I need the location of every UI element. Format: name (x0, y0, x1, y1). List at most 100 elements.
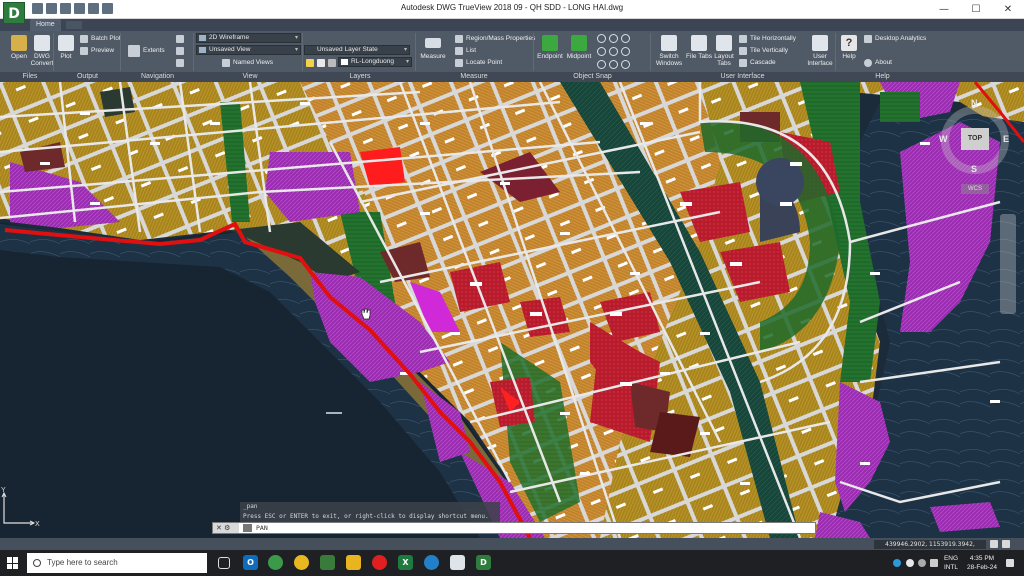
status-fullscreen-icon[interactable] (1002, 540, 1010, 548)
preview-button[interactable]: Preview (80, 45, 114, 56)
pan-tool[interactable] (176, 33, 187, 44)
user-interface-button[interactable]: User Interface (806, 35, 834, 67)
notifications-icon[interactable] (1006, 559, 1014, 567)
extents-button[interactable]: Extents (128, 44, 165, 57)
edge-icon[interactable] (424, 555, 439, 570)
view-cube-top-face[interactable]: TOP (961, 128, 989, 150)
user-interface-icon (812, 35, 828, 51)
compass-west[interactable]: W (939, 134, 948, 144)
taskbar-search-box[interactable]: Type here to search (27, 553, 207, 573)
panel-title-user-interface: User Interface (720, 73, 765, 80)
chrome-icon[interactable] (294, 555, 309, 570)
named-view-dropdown[interactable]: Unsaved View (196, 45, 301, 55)
snap-extension-icon[interactable] (621, 60, 630, 69)
tile-horizontally-button[interactable]: Tile Horizontally (739, 33, 796, 44)
command-line-close-icon[interactable]: ✕ ⚙ (213, 523, 239, 533)
ucs-icon: Y X (1, 487, 40, 527)
app-chart-icon[interactable] (320, 555, 335, 570)
tab-home[interactable]: Home (30, 19, 61, 31)
ribbon-toggle-icon[interactable] (66, 21, 82, 29)
named-views-button[interactable]: Named Views (222, 57, 273, 68)
batch-plot-icon (80, 34, 88, 43)
zoom-tool[interactable] (176, 57, 187, 68)
open-button[interactable]: Open (8, 35, 30, 60)
panel-title-help: Help (875, 73, 890, 80)
minimize-button[interactable]: — (928, 0, 960, 19)
file-tabs-button[interactable]: File Tabs (686, 35, 712, 60)
switch-windows-button[interactable]: Switch Windows (655, 35, 683, 67)
measure-button[interactable]: Measure (420, 35, 446, 60)
coordinates-readout[interactable]: 439946.2902, 1153919.3942, 0.0000 (874, 540, 986, 557)
task-view-icon[interactable] (218, 557, 230, 569)
command-line[interactable]: ✕ ⚙ PAN (212, 522, 816, 534)
compass-east[interactable]: E (1003, 134, 1009, 144)
tray-app-icon[interactable] (906, 559, 914, 567)
help-button[interactable]: ? Help (838, 35, 860, 60)
zoom-extents-icon (128, 44, 140, 57)
close-button[interactable]: ✕ (992, 0, 1024, 19)
outlook-icon[interactable]: O (243, 555, 258, 570)
current-layer-dropdown[interactable]: RL-Longduong (338, 57, 412, 67)
layer-toggle-icons[interactable] (306, 57, 339, 68)
region-icon (455, 34, 463, 43)
compass-north[interactable]: N (971, 98, 978, 108)
snap-tangent-icon[interactable] (621, 34, 630, 43)
printer-icon (58, 35, 74, 51)
command-input[interactable]: PAN (243, 523, 268, 533)
snap-center-icon[interactable] (597, 34, 606, 43)
file-tabs-icon (691, 35, 707, 51)
snap-nearest-icon[interactable] (597, 60, 606, 69)
list-button[interactable]: List (455, 45, 476, 56)
snap-insert-icon[interactable] (609, 60, 618, 69)
orbit-tool[interactable] (176, 45, 187, 56)
about-button[interactable]: About (864, 57, 892, 68)
app-green-icon[interactable] (268, 555, 283, 570)
tray-volume-icon[interactable] (930, 559, 938, 567)
app-logo-icon[interactable]: D (3, 2, 25, 24)
panel-title-view: View (242, 73, 258, 80)
tray-chevron-icon[interactable] (918, 559, 926, 567)
app-window-icon[interactable] (450, 555, 465, 570)
dwg-convert-button[interactable]: DWG Convert (29, 35, 55, 67)
wireframe-icon (199, 35, 206, 41)
zoom-icon (176, 58, 184, 67)
panel-title-layers: Layers (349, 73, 371, 80)
ribbon-tab-row: Home (0, 19, 1024, 31)
layer-state-dropdown[interactable]: Unsaved Layer State (304, 45, 410, 55)
windows-start-icon[interactable] (7, 557, 19, 569)
pan-hand-icon (176, 34, 184, 43)
snap-node-icon[interactable] (597, 47, 606, 56)
compass-south[interactable]: S (971, 164, 977, 174)
layout-tabs-button[interactable]: Layout Tabs (712, 35, 736, 67)
language-indicator[interactable]: ENG INTL (940, 554, 962, 572)
endpoint-icon (542, 35, 558, 51)
command-icon (243, 524, 252, 532)
snap-intersection-icon[interactable] (609, 47, 618, 56)
excel-icon[interactable]: X (398, 555, 413, 570)
drawing-canvas[interactable]: TOP N S E W WCS Y X (0, 82, 1024, 538)
visual-style-dropdown[interactable]: 2D Wireframe (196, 33, 301, 43)
plot-button[interactable]: Plot (56, 35, 76, 60)
maximize-button[interactable]: ☐ (960, 0, 992, 19)
file-explorer-icon[interactable] (346, 555, 361, 570)
midpoint-snap-button[interactable]: Midpoint (565, 35, 593, 60)
tile-vertically-button[interactable]: Tile Vertically (739, 45, 788, 56)
youtube-icon[interactable] (372, 555, 387, 570)
list-icon (455, 46, 463, 55)
region-mass-button[interactable]: Region/Mass Properties (455, 33, 535, 44)
desktop-analytics-button[interactable]: Desktop Analytics (864, 33, 926, 44)
snap-quadrant-icon[interactable] (609, 34, 618, 43)
status-settings-icon[interactable] (990, 540, 998, 548)
view-cube[interactable]: TOP N S E W WCS (935, 98, 1015, 194)
locate-point-button[interactable]: Locate Point (455, 57, 502, 68)
wcs-menu[interactable]: WCS (961, 184, 989, 194)
object-snap-toggles (597, 34, 630, 72)
batch-plot-button[interactable]: Batch Plot (80, 33, 121, 44)
cascade-button[interactable]: Cascade (739, 57, 776, 68)
dwg-trueview-taskbar-icon[interactable]: D (476, 555, 491, 570)
snap-perpendicular-icon[interactable] (621, 47, 630, 56)
tray-network-icon[interactable] (893, 559, 901, 567)
clock[interactable]: 4:35 PM 28-Feb-24 (962, 554, 1002, 572)
endpoint-snap-button[interactable]: Endpoint (536, 35, 564, 60)
navigation-bar[interactable] (1000, 214, 1016, 314)
